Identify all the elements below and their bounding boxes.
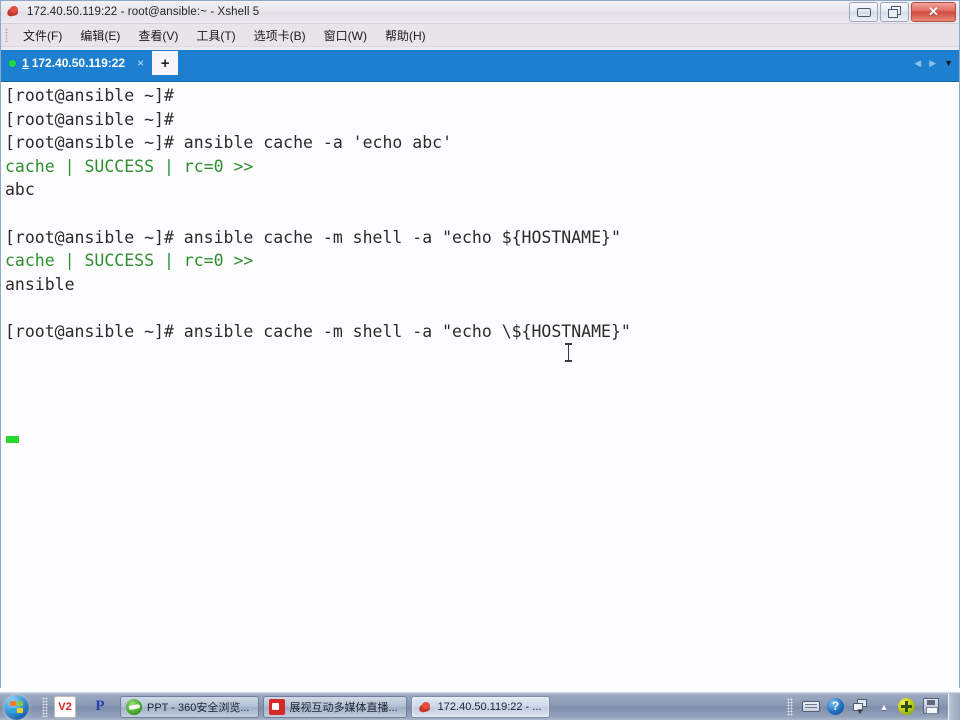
close-button[interactable]: ✕ [911, 2, 956, 22]
menu-tools[interactable]: 工具(T) [187, 25, 244, 46]
broadcast-icon [268, 698, 285, 715]
window-title: 172.40.50.119:22 - root@ansible:~ - Xshe… [27, 6, 260, 18]
minimize-icon [857, 8, 871, 17]
tray-help-icon[interactable]: ? [827, 697, 845, 716]
tab-close-icon[interactable]: × [137, 57, 144, 69]
terminal-line: cache | SUCCESS | rc=0 >> [5, 251, 254, 271]
taskbar-button-browser[interactable]: PPT - 360安全浏览... [120, 695, 259, 718]
browser-icon [126, 698, 142, 715]
tray-keyboard-icon[interactable] [802, 698, 820, 716]
caption-buttons: ✕ [849, 2, 956, 22]
tab-title-label: 172.40.50.119:22 [31, 56, 126, 70]
terminal-line: ansible [5, 274, 75, 294]
menu-tabs[interactable]: 选项卡(B) [245, 25, 315, 46]
menu-edit[interactable]: 编辑(E) [71, 25, 129, 46]
tray-update-icon[interactable] [898, 697, 916, 716]
taskbar-buttons: PPT - 360安全浏览... 展视互动多媒体直播... 172.40.50.… [120, 695, 551, 719]
quicklaunch-grip[interactable] [42, 696, 48, 717]
terminal-line: [root@ansible ~]# ansible cache -a 'echo… [5, 133, 453, 153]
taskbar-button-label: PPT - 360安全浏览... [147, 701, 250, 714]
taskbar-button-label: 172.40.50.119:22 - ... [437, 700, 542, 713]
tray-grip[interactable] [787, 697, 793, 716]
close-icon: ✕ [928, 4, 939, 19]
terminal-line: abc [5, 180, 35, 200]
menu-view[interactable]: 查看(V) [129, 25, 187, 46]
tray-save-icon[interactable] [923, 697, 941, 716]
quicklaunch-bar: V2 P [54, 695, 110, 718]
tab-index-label: 1 [22, 56, 29, 70]
menu-help[interactable]: 帮助(H) [376, 25, 435, 46]
taskbar-button-broadcast[interactable]: 展视互动多媒体直播... [262, 695, 407, 718]
xshell-window: 172.40.50.119:22 - root@ansible:~ - Xshe… [0, 0, 960, 693]
tab-scroll-left-icon[interactable]: ◀ [914, 58, 921, 68]
terminal-line: [root@ansible ~]# [5, 109, 174, 129]
terminal-line: [root@ansible ~]# ansible cache -m shell… [5, 321, 631, 341]
terminal-view[interactable]: [root@ansible ~]# [root@ansible ~]# [roo… [1, 82, 959, 693]
tab-session-1[interactable]: 1 172.40.50.119:22 × [1, 51, 151, 75]
taskbar-button-label: 展视互动多媒体直播... [289, 701, 398, 714]
quicklaunch-v2-icon[interactable]: V2 [54, 695, 76, 718]
show-desktop-button[interactable] [948, 693, 960, 720]
new-tab-button[interactable]: + [152, 51, 179, 75]
menu-bar: 文件(F) 编辑(E) 查看(V) 工具(T) 选项卡(B) 窗口(W) 帮助(… [1, 24, 959, 47]
terminal-line: [root@ansible ~]# [5, 86, 174, 105]
tab-list-dropdown-icon[interactable]: ▼ [944, 58, 953, 68]
tab-scroll-right-icon[interactable]: ▶ [929, 58, 936, 68]
xshell-icon [5, 4, 21, 20]
mouse-ibeam-cursor [564, 343, 573, 362]
restore-button[interactable] [880, 2, 909, 22]
windows-logo-icon [10, 700, 23, 714]
tab-bar-underline [1, 75, 959, 82]
terminal-line: cache | SUCCESS | rc=0 >> [5, 156, 254, 176]
title-bar[interactable]: 172.40.50.119:22 - root@ansible:~ - Xshe… [1, 1, 959, 24]
tab-bar: 1 172.40.50.119:22 × + ◀ ▶ ▼ [1, 50, 959, 75]
screen: 172.40.50.119:22 - root@ansible:~ - Xshe… [0, 0, 960, 720]
taskbar: V2 P PPT - 360安全浏览... 展视互动多媒体直播... 172.4… [0, 692, 960, 720]
menu-window[interactable]: 窗口(W) [315, 25, 376, 46]
terminal-line: [root@ansible ~]# ansible cache -m shell… [5, 227, 621, 247]
start-button[interactable] [2, 694, 32, 720]
taskbar-button-xshell[interactable]: 172.40.50.119:22 - ... [410, 695, 551, 718]
xshell-icon [417, 699, 433, 715]
tray-network-icon[interactable]: ▼ [852, 698, 870, 716]
quicklaunch-p-icon[interactable]: P [90, 697, 110, 717]
connection-status-icon [9, 59, 16, 67]
menu-grip[interactable] [5, 28, 8, 42]
terminal-cursor [6, 436, 19, 443]
menu-file[interactable]: 文件(F) [14, 25, 71, 46]
tray-show-hidden-icon[interactable]: ▲ [877, 698, 891, 716]
tab-bar-controls: ◀ ▶ ▼ [914, 51, 959, 75]
system-tray: ? ▼ ▲ [787, 695, 943, 719]
minimize-button[interactable] [849, 2, 878, 22]
